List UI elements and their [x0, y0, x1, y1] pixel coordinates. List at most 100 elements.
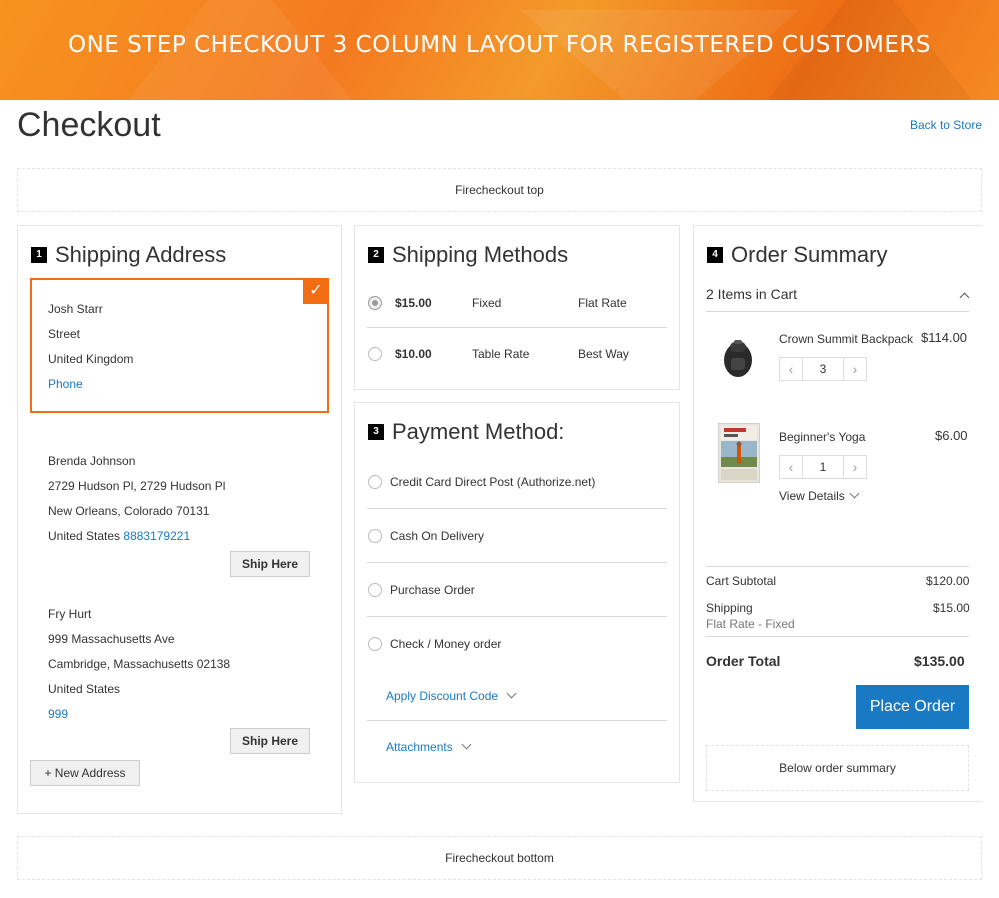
payment-option-label[interactable]: Check / Money order — [390, 637, 501, 651]
divider — [367, 720, 667, 721]
shipping-method-name: Table Rate — [472, 347, 530, 361]
address-name: Josh Starr — [48, 302, 103, 316]
address-name: Brenda Johnson — [48, 454, 136, 468]
divider — [706, 311, 969, 312]
step-number: 1 — [31, 247, 47, 263]
apply-discount-toggle[interactable]: Apply Discount Code — [386, 688, 517, 703]
promo-banner: ONE STEP CHECKOUT 3 COLUMN LAYOUT FOR RE… — [0, 0, 999, 100]
address-street: Street — [48, 327, 81, 341]
ship-here-button[interactable]: Ship Here — [230, 551, 310, 577]
divider — [367, 327, 667, 328]
subtotal-label: Cart Subtotal — [706, 574, 777, 588]
new-address-button[interactable]: + New Address — [30, 760, 140, 786]
cart-item-name: Beginner's Yoga — [779, 430, 866, 444]
address-street: 2729 Hudson Pl, 2729 Hudson Pl — [48, 479, 226, 493]
order-summary-section: 4 Order Summary 2 Items in Cart Crown Su… — [693, 225, 982, 802]
chevron-down-icon — [506, 688, 517, 699]
address-country: United Kingdom — [48, 352, 134, 366]
checkmark-icon: ✓ — [303, 278, 329, 304]
shipping-carrier: Best Way — [578, 347, 629, 361]
section-heading: Shipping Methods — [392, 242, 569, 267]
payment-radio[interactable] — [368, 637, 382, 651]
address-city: New Orleans, Colorado 70131 — [48, 504, 210, 518]
decrease-icon[interactable]: ‹ — [779, 455, 803, 479]
address-phone[interactable]: Phone — [48, 377, 83, 391]
back-to-store-link[interactable]: Back to Store — [910, 118, 982, 132]
subtotal-value: $120.00 — [926, 574, 970, 588]
step-number: 2 — [368, 247, 384, 263]
chevron-up-icon[interactable] — [959, 292, 970, 303]
cart-item-price: $6.00 — [935, 428, 968, 443]
payment-option-label[interactable]: Credit Card Direct Post (Authorize.net) — [390, 475, 595, 489]
payment-option-label[interactable]: Cash On Delivery — [390, 529, 484, 543]
order-summary-title: 4 Order Summary — [707, 242, 887, 268]
page-title: Checkout — [17, 106, 161, 144]
chevron-down-icon — [461, 739, 472, 750]
attachments-toggle[interactable]: Attachments — [386, 739, 472, 754]
discount-label: Apply Discount Code — [386, 689, 499, 703]
cart-item-name: Crown Summit Backpack — [779, 332, 914, 346]
shipping-address-title: 1 Shipping Address — [31, 242, 226, 268]
section-heading: Shipping Address — [55, 242, 227, 267]
shipping-methods-title: 2 Shipping Methods — [368, 242, 568, 268]
payment-radio[interactable] — [368, 583, 382, 597]
divider — [706, 566, 969, 567]
address-street: 999 Massachusetts Ave — [48, 632, 175, 646]
attachments-label: Attachments — [386, 740, 453, 754]
backpack-product-image — [724, 340, 752, 377]
chevron-down-icon — [849, 488, 860, 499]
address-country: United States — [48, 529, 121, 543]
step-number: 4 — [707, 247, 723, 263]
items-in-cart-toggle[interactable]: 2 Items in Cart — [706, 286, 797, 302]
address-country-phone: United States 8883179221 — [48, 529, 190, 543]
shipping-carrier: Flat Rate — [578, 296, 627, 310]
banner-title: ONE STEP CHECKOUT 3 COLUMN LAYOUT FOR RE… — [68, 32, 931, 58]
shipping-methods-section: 2 Shipping Methods $15.00 Fixed Flat Rat… — [354, 225, 680, 390]
divider — [706, 636, 969, 637]
cart-item-price: $114.00 — [921, 330, 968, 345]
yoga-dvd-product-image — [718, 423, 760, 483]
quantity-stepper[interactable]: ‹ 1 › — [779, 455, 867, 479]
shipping-method-radio[interactable] — [368, 296, 382, 310]
place-order-button[interactable]: Place Order — [856, 685, 969, 729]
quantity-value[interactable]: 1 — [803, 455, 843, 479]
firecheckout-top-placeholder: Firecheckout top — [17, 168, 982, 212]
decrease-icon[interactable]: ‹ — [779, 357, 803, 381]
ship-here-button[interactable]: Ship Here — [230, 728, 310, 754]
section-heading: Order Summary — [731, 242, 888, 267]
firecheckout-bottom-placeholder: Firecheckout bottom — [17, 836, 982, 880]
order-total-value: $135.00 — [914, 653, 965, 669]
view-details-label: View Details — [779, 489, 845, 503]
divider — [367, 562, 667, 563]
payment-method-title: 3 Payment Method: — [368, 419, 564, 445]
section-heading: Payment Method: — [392, 419, 565, 444]
address-phone[interactable]: 999 — [48, 707, 68, 721]
below-summary-placeholder: Below order summary — [706, 745, 969, 791]
shipping-price: $15.00 — [395, 296, 432, 310]
shipping-label: Shipping — [706, 601, 753, 615]
shipping-method-radio[interactable] — [368, 347, 382, 361]
payment-method-section: 3 Payment Method: Credit Card Direct Pos… — [354, 402, 680, 783]
shipping-value: $15.00 — [933, 601, 970, 615]
address-phone[interactable]: 8883179221 — [123, 529, 190, 543]
shipping-method-text: Flat Rate - Fixed — [706, 617, 795, 631]
payment-radio[interactable] — [368, 529, 382, 543]
payment-option-label[interactable]: Purchase Order — [390, 583, 475, 597]
divider — [367, 508, 667, 509]
step-number: 3 — [368, 424, 384, 440]
payment-radio[interactable] — [368, 475, 382, 489]
increase-icon[interactable]: › — [843, 455, 867, 479]
view-details-toggle[interactable]: View Details — [779, 488, 860, 503]
address-name: Fry Hurt — [48, 607, 92, 621]
quantity-value[interactable]: 3 — [803, 357, 843, 381]
order-total-label: Order Total — [706, 653, 781, 669]
address-city: Cambridge, Massachusetts 02138 — [48, 657, 231, 671]
selected-address-card[interactable]: ✓ Josh Starr Street United Kingdom Phone — [30, 278, 329, 413]
shipping-price: $10.00 — [395, 347, 432, 361]
quantity-stepper[interactable]: ‹ 3 › — [779, 357, 867, 381]
address-country: United States — [48, 682, 121, 696]
shipping-method-name: Fixed — [472, 296, 502, 310]
shipping-address-section: 1 Shipping Address ✓ Josh Starr Street U… — [17, 225, 342, 814]
increase-icon[interactable]: › — [843, 357, 867, 381]
divider — [367, 616, 667, 617]
